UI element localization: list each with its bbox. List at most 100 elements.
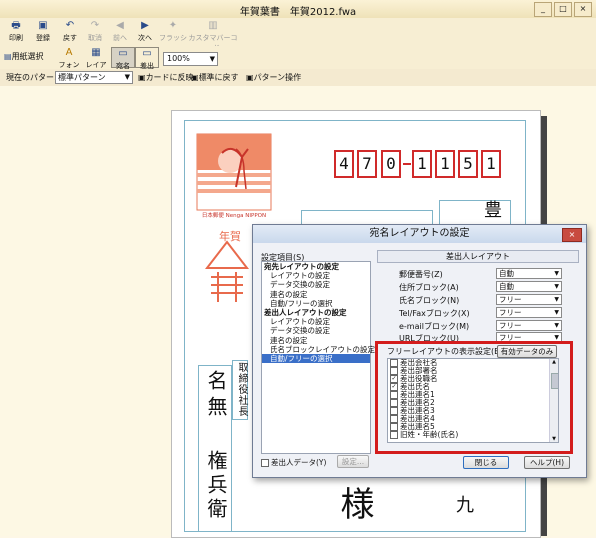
zoom-select[interactable]: 100% ▼: [163, 52, 218, 66]
name-row-label: 氏名ブロック(N): [399, 296, 460, 305]
checkbox[interactable]: [390, 359, 398, 367]
pattern-toolbar: 現在のパターン 標準パターン ▼ ▣カードに反映 ▣標準に戻す ▣パターン操作: [0, 69, 596, 87]
zip-select[interactable]: 自動 ▼: [496, 268, 562, 279]
checkbox[interactable]: [390, 367, 398, 375]
checkbox[interactable]: [390, 431, 398, 439]
chevron-down-icon: ▼: [554, 283, 559, 290]
help-button[interactable]: ヘルプ(H): [524, 456, 570, 469]
tree-item[interactable]: 自動/フリーの選択: [262, 299, 370, 308]
maximize-button[interactable]: □: [554, 2, 572, 17]
checkbox-checked[interactable]: ✓: [390, 383, 398, 391]
email-row-label: e-mailブロック(M): [399, 322, 470, 331]
prev-button[interactable]: ◀ 前へ: [107, 20, 133, 44]
free-layout-list: 差出会社名 差出部署名 ✓ 差出役職名 ✓ 差出氏名 差出連名1 差出連名2 差出連…: [387, 358, 559, 443]
name-select[interactable]: フリー ▼: [496, 294, 562, 305]
layout-icon: ▦: [91, 47, 101, 58]
save-icon: ▣: [38, 20, 48, 31]
scroll-up-icon[interactable]: ▲: [550, 359, 558, 365]
font-icon: A: [65, 47, 73, 58]
zip-digit: 5: [458, 150, 478, 178]
sender-data-checkbox-row[interactable]: 差出人データ(Y): [261, 457, 326, 468]
tree-item[interactable]: レイアウトの設定: [262, 317, 370, 326]
scroll-thumb[interactable]: [551, 373, 558, 389]
panel-header: 差出人レイアウト: [377, 250, 579, 263]
scroll-down-icon[interactable]: ▼: [550, 436, 558, 442]
tree-item-selected[interactable]: 自動/フリーの選択: [262, 353, 370, 364]
flash-button[interactable]: ✦フラッシュ: [158, 20, 188, 52]
checkbox[interactable]: [390, 391, 398, 399]
apply-icon: ▣: [138, 73, 146, 82]
main-toolbar: 🖶印刷 ▣登録 ↶戻す ↷取消 ◀前へ ▶次へ ✦フラッシュ ▥カスタマバーコー…: [0, 18, 596, 52]
stamp-caption: 日本郵便 Nenga NIPPON: [201, 213, 267, 219]
sender-given-name: 権兵衛: [204, 450, 228, 522]
redo-icon: ↷: [90, 20, 100, 31]
checkbox[interactable]: [390, 399, 398, 407]
next-button[interactable]: ▶ 次へ: [132, 20, 158, 44]
printer-icon: 🖶: [11, 20, 21, 31]
tree-item[interactable]: 宛先レイアウトの設定: [262, 262, 370, 271]
chevron-down-icon: ▼: [554, 322, 559, 329]
free-item[interactable]: 旧姓・年齢(氏名): [388, 431, 558, 439]
next-icon: ▶: [141, 20, 149, 31]
telfax-select[interactable]: フリー ▼: [496, 307, 562, 318]
customer-barcode-button[interactable]: ▥カスタマバーコード: [186, 20, 240, 52]
undo-button[interactable]: ↶ 戻す: [57, 20, 83, 44]
address-row-label: 住所ブロック(A): [399, 283, 459, 292]
checkbox[interactable]: [390, 407, 398, 415]
apply-to-card-button[interactable]: ▣カードに反映: [138, 72, 194, 83]
dialog-title: 宛名レイアウトの設定: [253, 225, 586, 243]
chevron-down-icon: ▼: [209, 55, 215, 63]
zip-digit: 1: [481, 150, 501, 178]
dialog-close-button[interactable]: ×: [562, 228, 582, 242]
tree-item[interactable]: 連名の設定: [262, 336, 370, 345]
paper-icon: ▤: [4, 52, 12, 61]
zip-digit: 7: [357, 150, 377, 178]
chevron-down-icon: ▼: [554, 296, 559, 303]
pattern-select[interactable]: 標準パターン ▼: [55, 71, 133, 84]
settings-button[interactable]: 設定...: [337, 455, 369, 468]
minimize-button[interactable]: _: [534, 2, 552, 17]
undo-icon: ↶: [65, 20, 75, 31]
tree-item[interactable]: 連名の設定: [262, 290, 370, 299]
svg-text:年賀: 年賀: [219, 229, 241, 243]
address-card-icon: ▭: [118, 48, 128, 59]
pattern-ops-button[interactable]: ▣パターン操作: [246, 72, 301, 83]
address-view-button[interactable]: ▭ 宛名: [111, 47, 135, 70]
window-close-button[interactable]: ×: [574, 2, 592, 17]
paper-select-button[interactable]: ▤用紙選択: [4, 51, 44, 62]
window-title: 年賀葉書 年賀2012.fwa: [239, 7, 357, 18]
checkbox[interactable]: [261, 459, 269, 467]
layout-button[interactable]: ▦レイアウト: [83, 47, 109, 79]
checkbox[interactable]: [390, 415, 398, 423]
zip-digit: 0: [381, 150, 401, 178]
zip-digit: 1: [435, 150, 455, 178]
restore-default-button[interactable]: ▣標準に戻す: [191, 72, 239, 83]
chevron-down-icon: ▼: [124, 73, 130, 81]
register-button[interactable]: ▣ 登録: [30, 20, 56, 44]
zip-separator: [403, 163, 411, 165]
email-select[interactable]: フリー ▼: [496, 320, 562, 331]
free-layout-label: フリーレイアウトの表示設定(E): [387, 347, 503, 356]
font-button[interactable]: Aフォント: [56, 47, 82, 79]
current-pattern-label: 現在のパターン: [6, 73, 62, 82]
checkbox[interactable]: [390, 423, 398, 431]
layout-settings-dialog: 宛名レイアウトの設定 × 設定項目(S) 宛先レイアウトの設定 レイアウトの設定…: [252, 224, 587, 478]
tree-item[interactable]: データ交換の設定: [262, 326, 370, 335]
barcode-icon: ▥: [208, 20, 218, 31]
pattern-icon: ▣: [246, 73, 254, 82]
list-scrollbar[interactable]: ▲ ▼: [549, 359, 558, 442]
tree-item[interactable]: 氏名ブロックレイアウトの設定: [262, 345, 375, 354]
close-button[interactable]: 閉じる: [463, 456, 509, 469]
tree-item[interactable]: データ交換の設定: [262, 280, 370, 289]
checkbox-checked[interactable]: ✓: [390, 375, 398, 383]
sender-surname: 名無: [204, 370, 228, 422]
fuji-mark-icon: 年賀: [204, 229, 250, 302]
sender-view-button[interactable]: ▭ 差出: [135, 47, 159, 70]
tree-item[interactable]: レイアウトの設定: [262, 271, 370, 280]
print-button[interactable]: 🖶 印刷: [3, 20, 29, 44]
valid-data-only-button[interactable]: 有効データのみ: [497, 345, 557, 358]
tree-item[interactable]: 差出人レイアウトの設定: [262, 308, 370, 317]
address-select[interactable]: 自動 ▼: [496, 281, 562, 292]
redo-button[interactable]: ↷ 取消: [82, 20, 108, 44]
nenga-mark: 年賀: [204, 228, 250, 313]
